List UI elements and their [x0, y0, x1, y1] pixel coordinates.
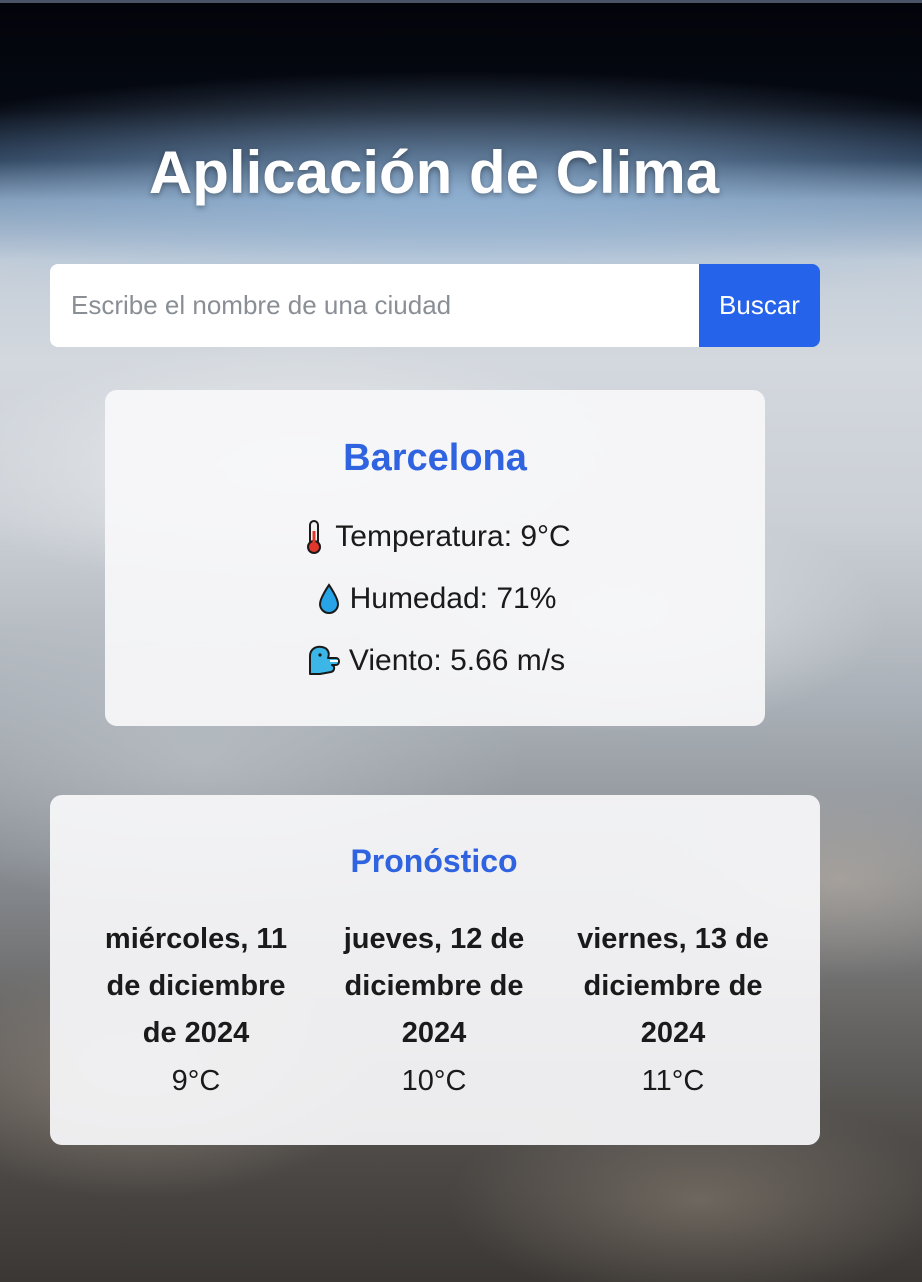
- search-button[interactable]: Buscar: [699, 264, 820, 347]
- wind-face-icon: [305, 643, 343, 679]
- humidity-text: Humedad: 71%: [349, 582, 557, 615]
- forecast-title: Pronóstico: [350, 843, 518, 879]
- temperature-row: Temperatura: 9°C: [0, 519, 870, 555]
- forecast-date: miércoles, 11 de diciembre de 2024: [104, 923, 288, 1049]
- forecast-date: jueves, 12 de diciembre de 2024: [343, 923, 525, 1049]
- page-title: Aplicación de Clima: [148, 139, 720, 206]
- wind-row: Viento: 5.66 m/s: [0, 643, 870, 679]
- forecast-day: miércoles, 11 de diciembre de 2024 9°C: [96, 916, 296, 1105]
- window-top-border: [0, 0, 922, 3]
- search-bar: Buscar: [50, 264, 820, 347]
- thermometer-icon: [299, 519, 329, 555]
- forecast-date: viernes, 13 de diciembre de 2024: [577, 923, 769, 1049]
- droplet-icon: [314, 581, 344, 617]
- forecast-day: viernes, 13 de diciembre de 2024 11°C: [573, 916, 773, 1105]
- city-search-input[interactable]: [50, 264, 699, 347]
- humidity-row: Humedad: 71%: [0, 581, 870, 617]
- forecast-temp: 10°C: [401, 1065, 467, 1097]
- city-name: Barcelona: [343, 437, 527, 479]
- forecast-day: jueves, 12 de diciembre de 2024 10°C: [334, 916, 534, 1105]
- wind-text: Viento: 5.66 m/s: [348, 644, 566, 677]
- forecast-temp: 11°C: [641, 1065, 705, 1097]
- temperature-text: Temperatura: 9°C: [335, 520, 571, 553]
- forecast-temp: 9°C: [171, 1065, 221, 1097]
